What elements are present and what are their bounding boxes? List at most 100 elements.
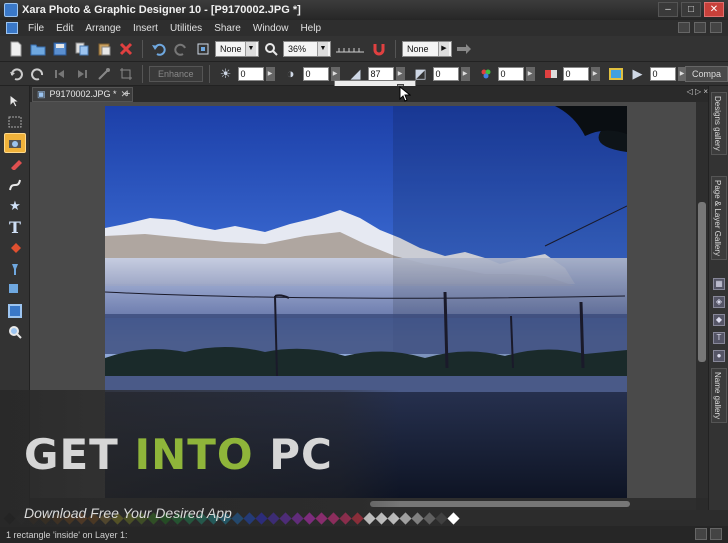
doc-close-icon[interactable]: [710, 22, 722, 33]
sharpen-spin-icon[interactable]: ▶: [395, 66, 405, 81]
bitmap-gallery-icon[interactable]: ▦: [713, 278, 725, 290]
save-icon[interactable]: [50, 39, 70, 59]
fill-tool-icon[interactable]: [4, 238, 26, 258]
color-swatch[interactable]: [399, 511, 412, 525]
shadow-tool-icon[interactable]: [4, 280, 26, 300]
maximize-button[interactable]: □: [681, 2, 701, 17]
palette-icon: [606, 64, 626, 84]
open-folder-icon[interactable]: [28, 39, 48, 59]
menu-edit[interactable]: Edit: [50, 23, 79, 34]
saturation-field[interactable]: 0: [562, 66, 589, 81]
fill-gallery-icon[interactable]: ◈: [713, 296, 725, 308]
freehand-tool-icon[interactable]: [4, 175, 26, 195]
transparency-tool-icon[interactable]: [4, 259, 26, 279]
paste-icon[interactable]: [94, 39, 114, 59]
menu-share[interactable]: Share: [208, 23, 247, 34]
shape-tool-icon[interactable]: ★: [4, 196, 26, 216]
photo-tool-icon[interactable]: [4, 133, 26, 153]
horizontal-scroll-thumb[interactable]: [370, 501, 630, 507]
status-text: 1 rectangle 'inside' on Layer 1:: [6, 529, 128, 540]
next-icon[interactable]: [72, 64, 92, 84]
color-temp-field[interactable]: 0: [497, 66, 524, 81]
copy-icon[interactable]: [72, 39, 92, 59]
toolbar-separator: [142, 39, 143, 58]
menu-window[interactable]: Window: [247, 23, 295, 34]
vertical-scrollbar[interactable]: [696, 102, 708, 498]
document-tab-label: P9170002.JPG *: [49, 89, 117, 99]
zoom-icon[interactable]: [261, 39, 281, 59]
previous-icon[interactable]: [50, 64, 70, 84]
doc-minimize-icon[interactable]: [678, 22, 690, 33]
rotate-right-icon[interactable]: [28, 64, 48, 84]
new-document-icon[interactable]: [6, 39, 26, 59]
selector-tool-icon[interactable]: [4, 91, 26, 111]
magic-wand-icon[interactable]: [94, 64, 114, 84]
bevel-tool-icon[interactable]: [4, 301, 26, 321]
new-tab-button[interactable]: +: [124, 88, 130, 100]
toolbar-separator: [142, 64, 143, 83]
magnet-icon[interactable]: [369, 39, 389, 59]
color-swatch[interactable]: [435, 511, 448, 525]
zoom-mode-select[interactable]: None ▼: [215, 40, 259, 57]
shadow-spin-icon[interactable]: ▶: [460, 66, 470, 81]
vertical-scroll-thumb[interactable]: [698, 202, 706, 362]
transform-icon[interactable]: [193, 39, 213, 59]
window-controls: – □ ✕: [658, 2, 724, 17]
color-gallery-icon[interactable]: ●: [713, 350, 725, 362]
zoom-tool-icon[interactable]: [4, 322, 26, 342]
extra-field[interactable]: 0: [649, 66, 676, 81]
color-swatch[interactable]: [447, 511, 460, 525]
status-toggle-icon[interactable]: [695, 528, 707, 540]
menu-arrange[interactable]: Arrange: [79, 23, 127, 34]
frame-tool-icon[interactable]: [4, 112, 26, 132]
color-swatch[interactable]: [423, 511, 436, 525]
contrast-spin-icon[interactable]: ▶: [330, 66, 340, 81]
enhance-button[interactable]: Enhance: [149, 65, 203, 82]
status-controls: [695, 528, 722, 540]
crop-icon[interactable]: [116, 64, 136, 84]
designs-gallery-tab[interactable]: Designs gallery: [711, 92, 727, 155]
name-gallery-tab[interactable]: Name gallery: [711, 368, 727, 424]
window-title: Xara Photo & Graphic Designer 10 - [P917…: [22, 4, 301, 16]
font-gallery-icon[interactable]: T: [713, 332, 725, 344]
text-tool-icon[interactable]: T: [4, 217, 26, 237]
delete-icon[interactable]: [116, 39, 136, 59]
doc-restore-icon[interactable]: [694, 22, 706, 33]
zoom-mode-value: None: [220, 43, 242, 54]
redo-icon[interactable]: [171, 39, 191, 59]
brightness-field[interactable]: 0: [237, 66, 264, 81]
saturation-spin-icon[interactable]: ▶: [590, 66, 600, 81]
watermark-subtitle: Download Free Your Desired App: [24, 505, 232, 521]
page-layer-gallery-tab[interactable]: Page & Layer Gallery: [711, 176, 727, 261]
menu-help[interactable]: Help: [294, 23, 327, 34]
play-icon[interactable]: ▶: [628, 64, 648, 84]
compare-button[interactable]: Compa: [684, 66, 728, 82]
menu-utilities[interactable]: Utilities: [164, 23, 208, 34]
menu-insert[interactable]: Insert: [127, 23, 164, 34]
close-button[interactable]: ✕: [704, 2, 724, 17]
chevron-down-icon: ▼: [245, 41, 256, 56]
color-temp-spin-icon[interactable]: ▶: [525, 66, 535, 81]
eraser-tool-icon[interactable]: [4, 154, 26, 174]
document-tab[interactable]: ▣ P9170002.JPG * ✕: [32, 87, 134, 102]
status-snap-icon[interactable]: [710, 528, 722, 540]
minimize-button[interactable]: –: [658, 2, 678, 17]
ruler-icon[interactable]: [333, 39, 367, 59]
brightness-spin-icon[interactable]: ▶: [265, 66, 275, 81]
rotate-left-icon[interactable]: [6, 64, 26, 84]
tab-navigation[interactable]: ◁ ▷ ×: [687, 87, 708, 96]
menu-file[interactable]: File: [22, 23, 50, 34]
contrast-field[interactable]: 0: [302, 66, 329, 81]
undo-icon[interactable]: [149, 39, 169, 59]
line-gallery-icon[interactable]: ◆: [713, 314, 725, 326]
page-layer-gallery-label: Page & Layer Gallery: [713, 180, 722, 257]
arrow-right-icon[interactable]: [454, 39, 474, 59]
color-swatch[interactable]: [411, 511, 424, 525]
document-icon: [6, 22, 18, 34]
chevron-down-icon: ▼: [317, 41, 328, 56]
zoom-percent-select[interactable]: 36% ▼: [283, 40, 331, 57]
sharpen-field[interactable]: 87: [367, 66, 394, 81]
quality-select[interactable]: None ▶: [402, 40, 452, 57]
document-window-controls: [678, 22, 722, 33]
shadow-field[interactable]: 0: [432, 66, 459, 81]
